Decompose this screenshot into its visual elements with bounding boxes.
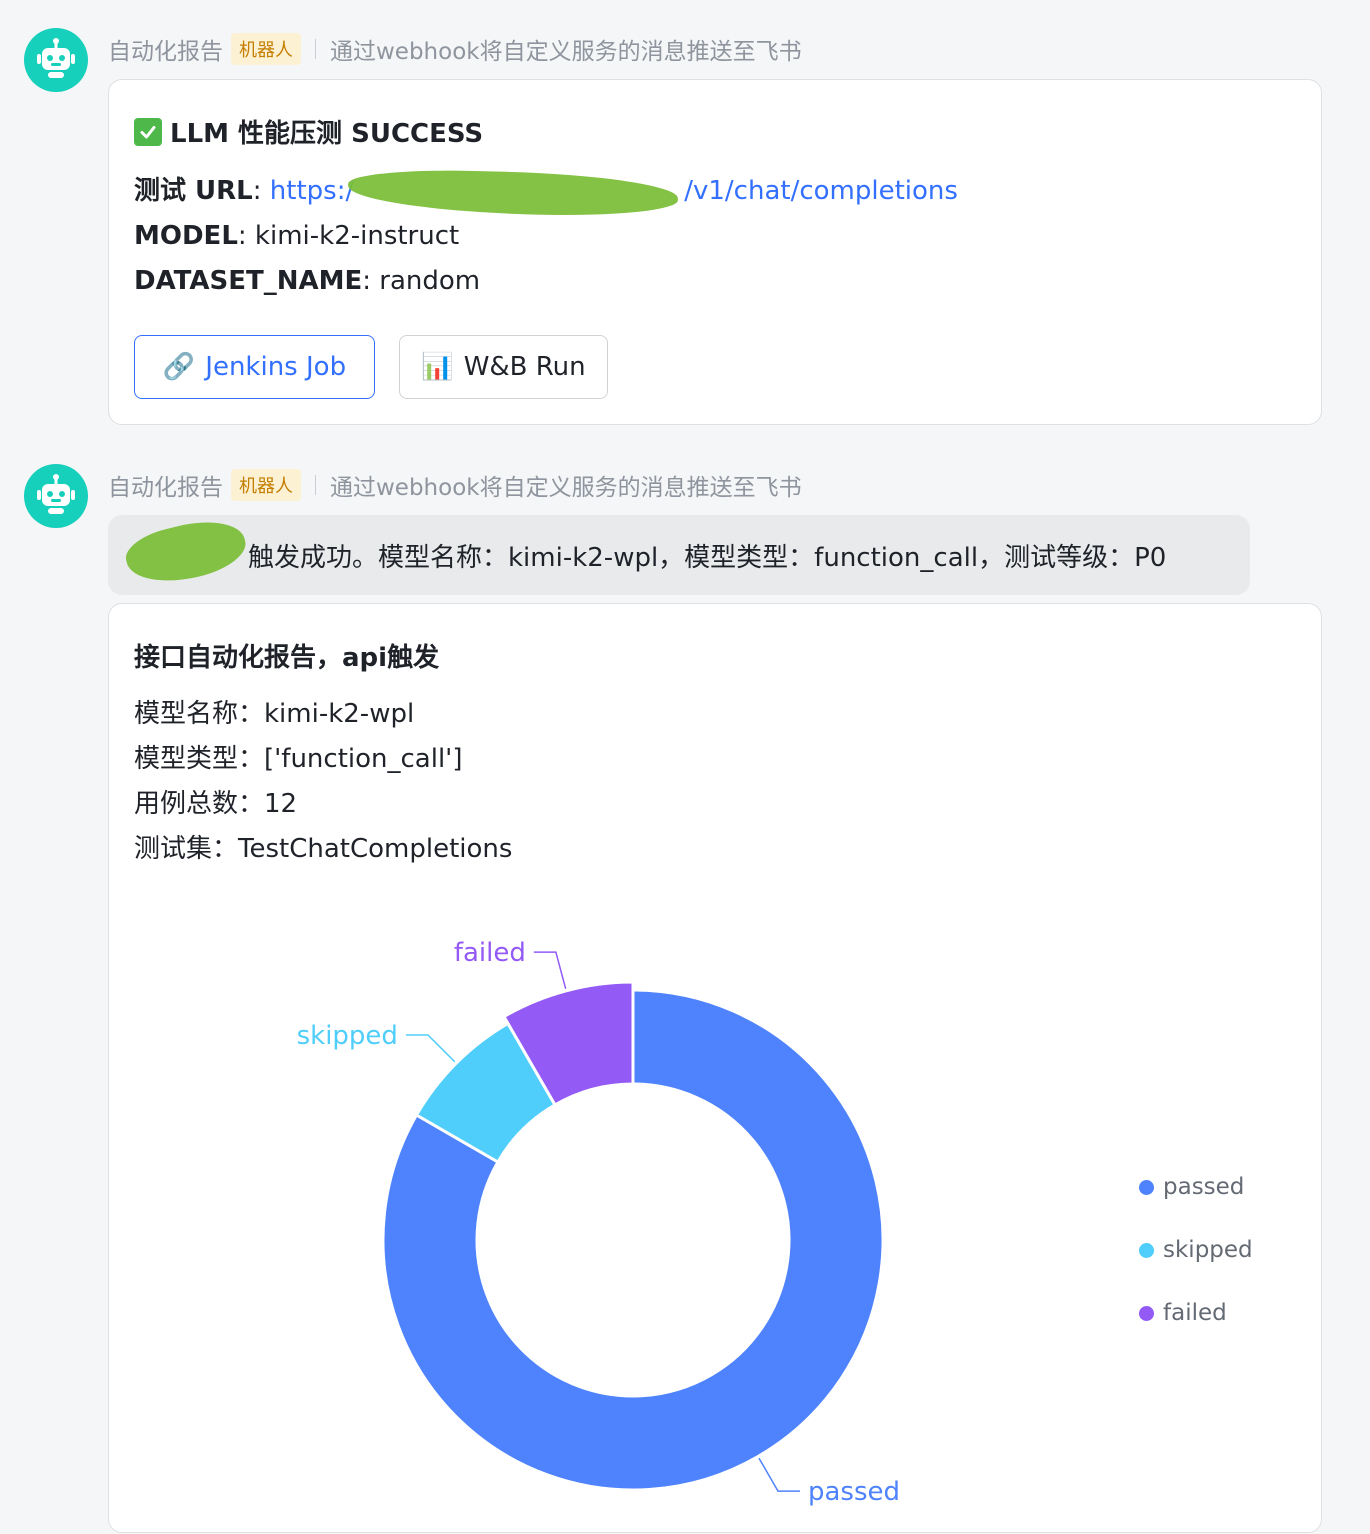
field-value: kimi-k2-instruct xyxy=(254,221,460,251)
leader-line-passed xyxy=(758,1457,800,1492)
bot-avatar[interactable] xyxy=(24,464,88,528)
legend-item-failed[interactable]: failed xyxy=(1139,1300,1227,1326)
legend-label: passed xyxy=(1163,1174,1245,1200)
legend-dot-icon xyxy=(1139,1179,1154,1195)
legend-label: skipped xyxy=(1163,1237,1253,1263)
bot-badge: 机器人 xyxy=(231,469,301,501)
field-separator: : xyxy=(362,266,380,296)
link-icon: 🔗 xyxy=(162,352,196,382)
field-dataset: DATASET_NAME: random xyxy=(134,259,958,304)
divider xyxy=(315,475,316,495)
bot-badge: 机器人 xyxy=(231,33,301,65)
sender-description: 通过webhook将自定义服务的消息推送至飞书 xyxy=(330,475,802,501)
robot-icon xyxy=(37,38,75,78)
legend-label: failed xyxy=(1163,1300,1227,1326)
button-label: W&B Run xyxy=(463,352,586,382)
wandb-run-button[interactable]: 📊 W&B Run xyxy=(399,335,608,399)
bar-chart-icon: 📊 xyxy=(421,352,454,382)
slice-label-passed: passed xyxy=(808,1477,900,1507)
field-model: MODEL: kimi-k2-instruct xyxy=(134,214,958,259)
redaction-scribble xyxy=(121,511,251,593)
card-fields: 测试 URL: https://v1/chat/completions MODE… xyxy=(134,167,958,304)
field-url: 测试 URL: https://v1/chat/completions xyxy=(134,167,958,219)
slice-label-failed: failed xyxy=(454,938,526,968)
divider xyxy=(315,39,316,59)
url-link[interactable]: https://v1/chat/completions xyxy=(270,167,958,219)
field-label: MODEL xyxy=(134,221,238,251)
slice-label-skipped: skipped xyxy=(297,1021,398,1051)
message-card: LLM 性能压测 SUCCESS 测试 URL: https://v1/chat… xyxy=(108,79,1322,425)
legend-item-passed[interactable]: passed xyxy=(1139,1174,1244,1200)
bot-avatar[interactable] xyxy=(24,28,88,92)
sender-description: 通过webhook将自定义服务的消息推送至飞书 xyxy=(330,39,802,65)
field-separator: : xyxy=(252,176,270,206)
text-bubble: 触发成功。模型名称：kimi-k2-wpl，模型类型：function_call… xyxy=(108,511,1250,595)
field-label: 测试 URL xyxy=(134,176,253,206)
legend-item-skipped[interactable]: skipped xyxy=(1139,1237,1253,1263)
sender-line: 自动化报告 机器人 通过webhook将自定义服务的消息推送至飞书 xyxy=(108,469,802,501)
legend-dot-icon xyxy=(1139,1242,1154,1258)
bubble-text: 触发成功。模型名称：kimi-k2-wpl，模型类型：function_call… xyxy=(248,542,1167,573)
field-label: DATASET_NAME xyxy=(134,266,363,296)
jenkins-job-button[interactable]: 🔗 Jenkins Job xyxy=(134,335,375,399)
check-mark-icon xyxy=(134,117,162,146)
legend-dot-icon xyxy=(1139,1305,1154,1321)
card-title-row: LLM 性能压测 SUCCESS xyxy=(134,113,483,150)
sender-line: 自动化报告 机器人 通过webhook将自定义服务的消息推送至飞书 xyxy=(108,33,802,65)
sender-name[interactable]: 自动化报告 xyxy=(108,468,223,502)
leader-line-failed xyxy=(533,951,567,990)
robot-icon xyxy=(37,474,75,514)
donut-chart: passed skipped failed xyxy=(297,938,900,1507)
button-label: Jenkins Job xyxy=(205,352,347,382)
field-value: random xyxy=(379,266,481,296)
field-separator: : xyxy=(237,221,255,251)
leader-line-skipped xyxy=(405,1034,456,1063)
sender-name[interactable]: 自动化报告 xyxy=(108,32,223,66)
redaction-scribble xyxy=(347,167,679,219)
report-card: 接口自动化报告，api触发 模型名称：kimi-k2-wpl 模型类型：['fu… xyxy=(108,603,1322,1533)
card-title: LLM 性能压测 SUCCESS xyxy=(170,119,484,149)
